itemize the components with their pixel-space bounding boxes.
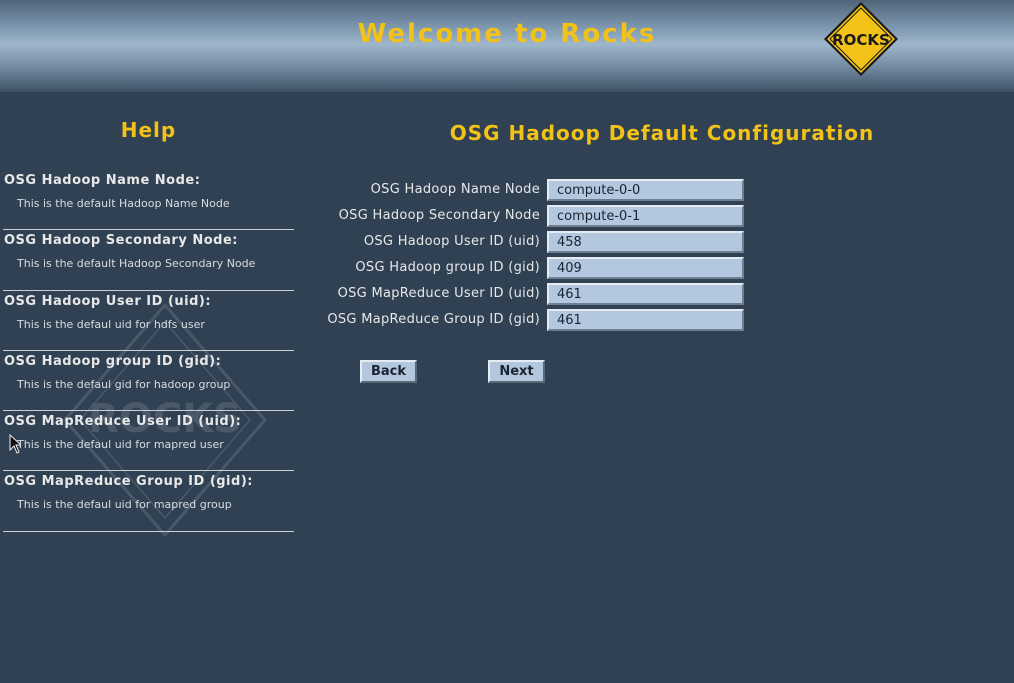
secondary-node-input[interactable] (547, 205, 744, 227)
help-item-hadoop-uid: OSG Hadoop User ID (uid): This is the de… (3, 291, 294, 351)
mapreduce-uid-input[interactable] (547, 283, 744, 305)
form-row-name-node: OSG Hadoop Name Node (300, 178, 760, 204)
form-row-mapreduce-uid: OSG MapReduce User ID (uid) (300, 282, 760, 308)
help-item-title: OSG Hadoop Name Node: (4, 173, 201, 188)
help-item-title: OSG Hadoop group ID (gid): (4, 353, 222, 369)
mapreduce-gid-label: OSG MapReduce Group ID (gid) (327, 312, 540, 327)
hadoop-gid-label: OSG Hadoop group ID (gid) (355, 260, 540, 275)
help-list: OSG Hadoop Name Node: This is the defaul… (3, 170, 294, 532)
configuration-form: OSG Hadoop Name Node OSG Hadoop Secondar… (300, 178, 760, 334)
header-banner: Welcome to Rocks ROCKS (0, 0, 1014, 92)
mapreduce-uid-label: OSG MapReduce User ID (uid) (337, 286, 540, 301)
help-item-description: This is the defaul uid for mapred user (17, 438, 224, 452)
help-item-title: OSG Hadoop Secondary Node: (4, 233, 238, 249)
help-heading: Help (120, 118, 177, 142)
form-title: OSG Hadoop Default Configuration (449, 121, 875, 145)
help-item-mapreduce-gid: OSG MapReduce Group ID (gid): This is th… (3, 471, 294, 532)
rocks-logo: ROCKS (823, 1, 899, 77)
help-item-title: OSG MapReduce User ID (uid): (4, 414, 242, 430)
help-item-hadoop-gid: OSG Hadoop group ID (gid): This is the d… (3, 351, 294, 412)
next-button[interactable]: Next (488, 360, 545, 383)
secondary-node-label: OSG Hadoop Secondary Node (338, 208, 540, 223)
logo-text: ROCKS (832, 31, 890, 49)
help-item-description: This is the defaul uid for hdfs user (17, 317, 205, 331)
mapreduce-gid-input[interactable] (547, 309, 744, 331)
help-item-description: This is the default Hadoop Secondary Nod… (17, 257, 256, 271)
hadoop-gid-input[interactable] (547, 257, 744, 279)
help-item-name-node: OSG Hadoop Name Node: This is the defaul… (3, 170, 294, 231)
help-item-title: OSG MapReduce Group ID (gid): (4, 474, 253, 490)
installer-page: Welcome to Rocks ROCKS ROCKS Help OSG Ha… (0, 0, 1014, 683)
name-node-input[interactable] (547, 179, 744, 201)
form-row-secondary-node: OSG Hadoop Secondary Node (300, 204, 760, 230)
name-node-label: OSG Hadoop Name Node (370, 182, 540, 197)
hadoop-uid-input[interactable] (547, 231, 744, 253)
form-row-mapreduce-gid: OSG MapReduce Group ID (gid) (300, 308, 760, 334)
help-item-mapreduce-uid: OSG MapReduce User ID (uid): This is the… (3, 411, 294, 472)
mouse-pointer-icon (9, 433, 23, 454)
form-row-hadoop-uid: OSG Hadoop User ID (uid) (300, 230, 760, 256)
back-button[interactable]: Back (360, 360, 417, 383)
hadoop-uid-label: OSG Hadoop User ID (uid) (363, 234, 540, 249)
help-item-description: This is the defaul gid for hadoop group (17, 377, 231, 391)
form-row-hadoop-gid: OSG Hadoop group ID (gid) (300, 256, 760, 282)
help-item-description: This is the defaul uid for mapred group (17, 498, 232, 512)
help-item-title: OSG Hadoop User ID (uid): (4, 293, 212, 309)
help-item-description: This is the default Hadoop Name Node (17, 197, 230, 210)
help-item-secondary-node: OSG Hadoop Secondary Node: This is the d… (3, 230, 294, 291)
